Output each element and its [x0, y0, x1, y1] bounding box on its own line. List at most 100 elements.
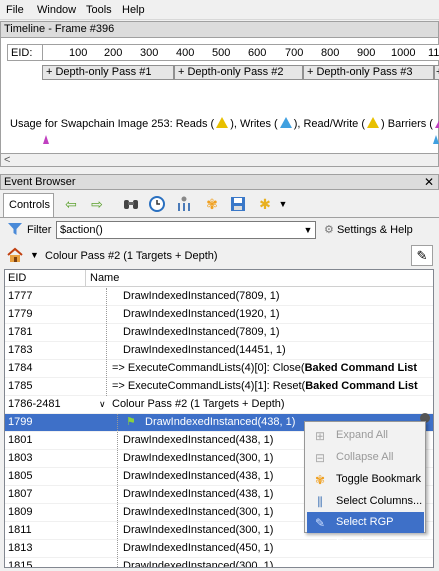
menu-bar: File Window Tools Help [0, 0, 439, 20]
save-icon[interactable] [229, 195, 247, 213]
table-row[interactable]: 1813 DrawIndexedInstanced(450, 1) [5, 540, 433, 558]
flag-icon: ⚑ [126, 416, 136, 428]
event-browser-title: Event Browser ✕ [0, 174, 439, 190]
menu-collapse-all-label: Collapse All [336, 451, 394, 463]
filter-dropdown-icon[interactable]: ▼ [300, 221, 316, 239]
row-eid: 1813 [8, 542, 33, 554]
scroll-left-icon[interactable]: < [4, 154, 10, 166]
bookmark-icon[interactable]: ✾ [203, 195, 221, 213]
eid-ruler[interactable]: EID: 100 200 300 400 500 600 700 800 900… [7, 44, 439, 61]
tick-label: 800 [321, 47, 340, 59]
barrier-marker-icon[interactable] [43, 135, 49, 144]
plugin-icon[interactable]: ✱ [256, 195, 274, 213]
row-eid: 1783 [8, 344, 33, 356]
tick-label: 700 [285, 47, 304, 59]
row-name-text: => ExecuteCommandLists(4)[1]: Reset( [112, 380, 306, 392]
chevron-down-icon[interactable]: ▼ [274, 195, 292, 213]
menu-collapse-all[interactable]: ⊟ Collapse All [307, 447, 424, 468]
table-row[interactable]: 1783 DrawIndexedInstanced(14451, 1) [5, 342, 433, 360]
usage-writes: ), Writes ( [230, 118, 278, 130]
expand-all-icon: ⊞ [314, 429, 326, 443]
row-name: => ExecuteCommandLists(4)[0]: Close(Bake… [112, 360, 417, 377]
menu-toggle-bookmark-label: Toggle Bookmark [336, 473, 421, 485]
readwrite-triangle-icon [367, 117, 380, 128]
row-eid: 1809 [8, 506, 33, 518]
row-name: DrawIndexedInstanced(438, 1) [123, 434, 274, 446]
table-row[interactable]: 1781 DrawIndexedInstanced(7809, 1) [5, 324, 433, 342]
breadcrumb-item[interactable]: Colour Pass #2 (1 Targets + Depth) [45, 250, 218, 262]
expand-chevron-icon[interactable]: ∨ [99, 396, 106, 413]
menu-select-rgp-event[interactable]: ✎ Select RGP Event [307, 512, 424, 549]
breadcrumb: ▼ Colour Pass #2 (1 Targets + Depth) ✎ [0, 243, 439, 268]
table-row[interactable]: 1785 => ExecuteCommandLists(4)[1]: Reset… [5, 378, 433, 396]
usage-prefix: Usage for Swapchain Image 253: Reads ( [10, 118, 215, 130]
filter-input[interactable] [56, 221, 316, 239]
clock-icon[interactable] [148, 195, 166, 213]
pass-depth-only-1[interactable]: + Depth-only Pass #1 [42, 65, 174, 80]
tree-header: EID Name [5, 270, 433, 287]
close-icon[interactable]: ✕ [424, 175, 434, 189]
column-eid[interactable]: EID [8, 272, 26, 284]
row-eid: 1777 [8, 290, 33, 302]
row-eid: 1781 [8, 326, 33, 338]
row-eid: 1811 [8, 524, 32, 536]
row-eid: 1807 [8, 488, 33, 500]
row-eid: 1784 [8, 362, 33, 374]
columns-icon[interactable] [175, 195, 193, 213]
row-name: DrawIndexedInstanced(438, 1) [123, 470, 274, 482]
table-row[interactable]: 1779 DrawIndexedInstanced(1920, 1) [5, 306, 433, 324]
settings-label: Settings & Help [336, 224, 413, 236]
pass-depth-only-2[interactable]: + Depth-only Pass #2 [174, 65, 303, 80]
pass-more[interactable]: + [434, 65, 439, 80]
columns-icon: ⫼ [317, 495, 323, 509]
eid-separator [42, 45, 43, 60]
find-binoculars-icon[interactable] [122, 195, 140, 213]
row-eid: 1815 [8, 560, 33, 568]
menu-file[interactable]: File [6, 4, 24, 16]
tree-guide-line [106, 288, 107, 396]
row-name: DrawIndexedInstanced(438, 1) [145, 416, 296, 428]
tree-guide-line [117, 414, 118, 567]
row-name: DrawIndexedInstanced(300, 1) [123, 560, 274, 568]
menu-help[interactable]: Help [122, 4, 145, 16]
table-row[interactable]: 1815 DrawIndexedInstanced(300, 1) [5, 558, 433, 568]
menu-expand-all-label: Expand All [336, 429, 388, 441]
filter-label: Filter [27, 224, 52, 236]
row-eid: 1801 [8, 434, 33, 446]
timeline-scrollbar[interactable]: < [0, 153, 439, 167]
edit-button[interactable]: ✎ [411, 245, 433, 266]
row-name: DrawIndexedInstanced(300, 1) [123, 452, 274, 464]
eid-label: EID: [11, 47, 33, 59]
menu-toggle-bookmark[interactable]: ✾ Toggle Bookmark [307, 469, 424, 490]
menu-expand-all[interactable]: ⊞ Expand All [307, 425, 424, 446]
home-icon[interactable] [6, 246, 24, 264]
row-name-bold: Baked Command List [305, 380, 418, 392]
edit-icon: ✎ [416, 248, 428, 263]
table-row[interactable]: 1777 DrawIndexedInstanced(7809, 1) [5, 288, 433, 306]
timeline-panel[interactable]: EID: 100 200 300 400 500 600 700 800 900… [0, 38, 439, 153]
row-name: DrawIndexedInstanced(438, 1) [123, 488, 274, 500]
tick-label: 500 [212, 47, 231, 59]
tab-controls[interactable]: Controls [3, 193, 54, 217]
tick-label: 900 [357, 47, 376, 59]
menu-tools[interactable]: Tools [86, 4, 112, 16]
column-separator[interactable] [85, 270, 86, 287]
settings-help-button[interactable]: ⚙ Settings & Help [324, 223, 413, 236]
menu-select-columns[interactable]: ⫼ Select Columns... [307, 491, 424, 512]
timeline-title: Timeline - Frame #396 [0, 21, 439, 38]
arrow-left-icon[interactable]: ⇦ [62, 195, 80, 213]
menu-window[interactable]: Window [37, 4, 76, 16]
reads-triangle-icon [216, 117, 229, 128]
breadcrumb-dropdown-icon[interactable]: ▼ [30, 250, 39, 260]
barriers-triangle-icon [434, 117, 439, 128]
write-marker-icon[interactable] [433, 135, 439, 144]
pass-depth-only-3[interactable]: + Depth-only Pass #3 [303, 65, 434, 80]
row-eid: 1803 [8, 452, 33, 464]
rgp-icon: ✎ [314, 516, 326, 530]
row-name: => ExecuteCommandLists(4)[1]: Reset(Bake… [112, 378, 418, 395]
row-name: DrawIndexedInstanced(14451, 1) [123, 344, 286, 356]
column-name[interactable]: Name [90, 272, 119, 284]
table-row[interactable]: 1784 => ExecuteCommandLists(4)[0]: Close… [5, 360, 433, 378]
arrow-right-icon[interactable]: ⇨ [88, 195, 106, 213]
table-row[interactable]: 1786-2481 ∨ Colour Pass #2 (1 Targets + … [5, 396, 433, 414]
